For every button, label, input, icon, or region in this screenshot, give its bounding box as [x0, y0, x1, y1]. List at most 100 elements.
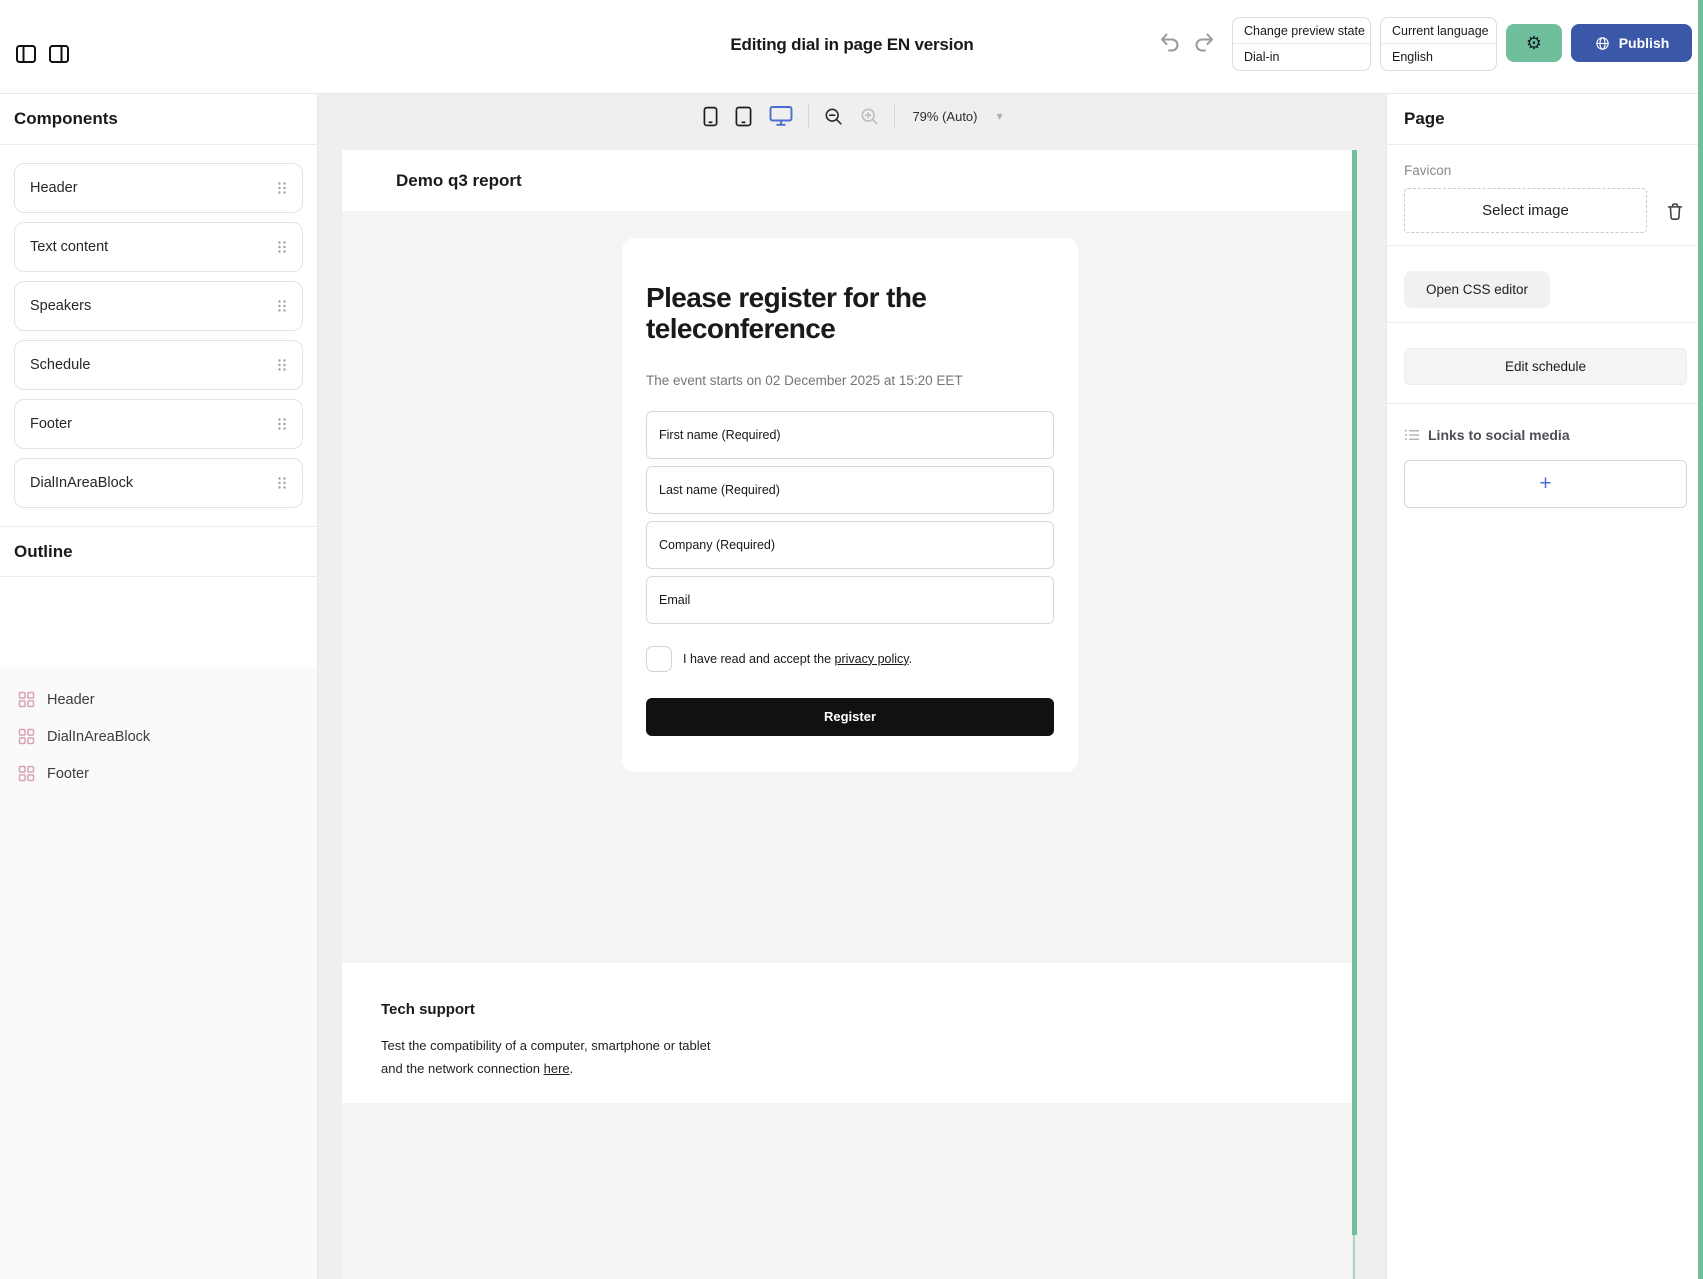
consent-text: I have read and accept the privacy polic…: [683, 652, 912, 666]
blocks-grid-icon: [18, 728, 35, 745]
publish-label: Publish: [1619, 35, 1670, 51]
desktop-preview-icon[interactable]: [767, 103, 795, 129]
drag-handle-icon[interactable]: [277, 417, 287, 431]
privacy-policy-link[interactable]: privacy policy: [835, 652, 909, 666]
language-label: Current language: [1381, 18, 1496, 44]
preview-state-label: Change preview state: [1233, 18, 1370, 44]
outline-item-footer[interactable]: Footer: [18, 765, 299, 782]
outline-item-label: Footer: [47, 766, 89, 782]
registration-fields: First name (Required) Last name (Require…: [646, 411, 1054, 624]
preview-footer-block[interactable]: Tech support Test the compatibility of a…: [342, 963, 1352, 1103]
outline-list: Header DialInAreaBlock F: [0, 667, 317, 806]
component-label: Header: [30, 180, 78, 196]
component-card-speakers[interactable]: Speakers: [14, 281, 303, 331]
mobile-preview-icon[interactable]: [701, 104, 720, 129]
preview-site-header[interactable]: Demo q3 report: [342, 150, 1352, 211]
undo-icon[interactable]: [1158, 30, 1182, 54]
consent-suffix: .: [909, 652, 912, 666]
add-social-link-button[interactable]: +: [1404, 460, 1687, 508]
tech-support-line1: Test the compatibility of a computer, sm…: [381, 1038, 711, 1053]
drag-handle-icon[interactable]: [277, 299, 287, 313]
preview-edge-accent: [1352, 150, 1357, 1235]
drag-handle-icon[interactable]: [277, 358, 287, 372]
component-card-text-content[interactable]: Text content: [14, 222, 303, 272]
social-links-section: Links to social media +: [1387, 427, 1703, 508]
zoom-level[interactable]: 79% (Auto): [912, 109, 977, 124]
tablet-preview-icon[interactable]: [733, 104, 754, 129]
tech-support-title: Tech support: [381, 1001, 1352, 1018]
privacy-checkbox[interactable]: [646, 646, 672, 672]
consent-row: I have read and accept the privacy polic…: [646, 646, 1054, 672]
preview-state-selector[interactable]: Change preview state Dial-in: [1232, 17, 1371, 71]
preview-edge-accent-thin: [1353, 1235, 1355, 1279]
email-field[interactable]: Email: [646, 576, 1054, 624]
list-icon: [1404, 427, 1420, 443]
outline-item-dialinareablock[interactable]: DialInAreaBlock: [18, 728, 299, 745]
register-button[interactable]: Register: [646, 698, 1054, 736]
top-bar: Editing dial in page EN version Change p…: [0, 0, 1703, 94]
redo-icon[interactable]: [1192, 30, 1216, 54]
company-field[interactable]: Company (Required): [646, 521, 1054, 569]
drag-handle-icon[interactable]: [277, 181, 287, 195]
registration-card[interactable]: Please register for the teleconference T…: [622, 238, 1078, 772]
toggle-left-panel-icon[interactable]: [14, 42, 38, 66]
tech-support-line2: and the network connection: [381, 1061, 544, 1076]
outline-item-header[interactable]: Header: [18, 691, 299, 708]
language-selector[interactable]: Current language English: [1380, 17, 1497, 71]
outline-heading: Outline: [0, 526, 317, 577]
settings-button[interactable]: ⚙: [1506, 24, 1562, 62]
first-name-field[interactable]: First name (Required): [646, 411, 1054, 459]
component-label: Footer: [30, 416, 72, 432]
drag-handle-icon[interactable]: [277, 476, 287, 490]
editor-canvas: 79% (Auto) ▾ Demo q3 report Please regis…: [318, 94, 1386, 1279]
drag-handle-icon[interactable]: [277, 240, 287, 254]
panel-toggles: [14, 42, 71, 66]
component-label: DialInAreaBlock: [30, 475, 133, 491]
globe-icon: [1594, 35, 1611, 52]
edit-schedule-button[interactable]: Edit schedule: [1404, 348, 1687, 385]
component-card-footer[interactable]: Footer: [14, 399, 303, 449]
outline-area: Header DialInAreaBlock F: [0, 667, 317, 1279]
consent-prefix: I have read and accept the: [683, 652, 835, 666]
components-list: Header Text content Speakers: [0, 145, 317, 526]
screen-edge-accent: [1698, 0, 1703, 1279]
toggle-right-panel-icon[interactable]: [47, 42, 71, 66]
component-card-header[interactable]: Header: [14, 163, 303, 213]
components-heading: Components: [0, 94, 317, 145]
preview-dialin-block: Please register for the teleconference T…: [342, 211, 1352, 963]
zoom-in-icon[interactable]: [858, 105, 881, 128]
outline-item-label: DialInAreaBlock: [47, 729, 150, 745]
language-value[interactable]: English: [1381, 44, 1496, 70]
blocks-grid-icon: [18, 765, 35, 782]
component-card-dialinareablock[interactable]: DialInAreaBlock: [14, 458, 303, 508]
page-settings-sidebar: Page Favicon Select image Open CSS edito…: [1386, 94, 1703, 1279]
caret-down-icon[interactable]: ▾: [997, 109, 1003, 123]
gear-icon: ⚙: [1526, 33, 1542, 54]
site-title: Demo q3 report: [396, 171, 522, 191]
blocks-grid-icon: [18, 691, 35, 708]
component-label: Schedule: [30, 357, 90, 373]
page-panel-heading: Page: [1387, 94, 1703, 145]
favicon-section: Favicon Select image: [1387, 145, 1703, 246]
publish-button[interactable]: Publish: [1571, 24, 1692, 62]
css-editor-section: Open CSS editor: [1387, 246, 1703, 323]
components-sidebar: Components Header Text content: [0, 94, 318, 1279]
toolbar-divider: [894, 103, 895, 129]
open-css-editor-button[interactable]: Open CSS editor: [1404, 271, 1550, 308]
plus-icon: +: [1539, 472, 1551, 496]
registration-title: Please register for the teleconference: [646, 282, 1016, 345]
zoom-out-icon[interactable]: [822, 105, 845, 128]
last-name-field[interactable]: Last name (Required): [646, 466, 1054, 514]
network-test-link[interactable]: here: [544, 1061, 570, 1076]
canvas-toolbar: 79% (Auto) ▾: [318, 94, 1386, 138]
component-label: Text content: [30, 239, 108, 255]
outline-item-label: Header: [47, 692, 95, 708]
tech-support-line2-suffix: .: [570, 1061, 574, 1076]
select-image-button[interactable]: Select image: [1404, 188, 1647, 233]
trash-icon[interactable]: [1664, 199, 1686, 223]
schedule-section: Edit schedule: [1387, 323, 1703, 404]
toolbar-divider: [808, 103, 809, 129]
component-card-schedule[interactable]: Schedule: [14, 340, 303, 390]
preview-state-value[interactable]: Dial-in: [1233, 44, 1370, 70]
tech-support-text: Test the compatibility of a computer, sm…: [381, 1034, 721, 1080]
